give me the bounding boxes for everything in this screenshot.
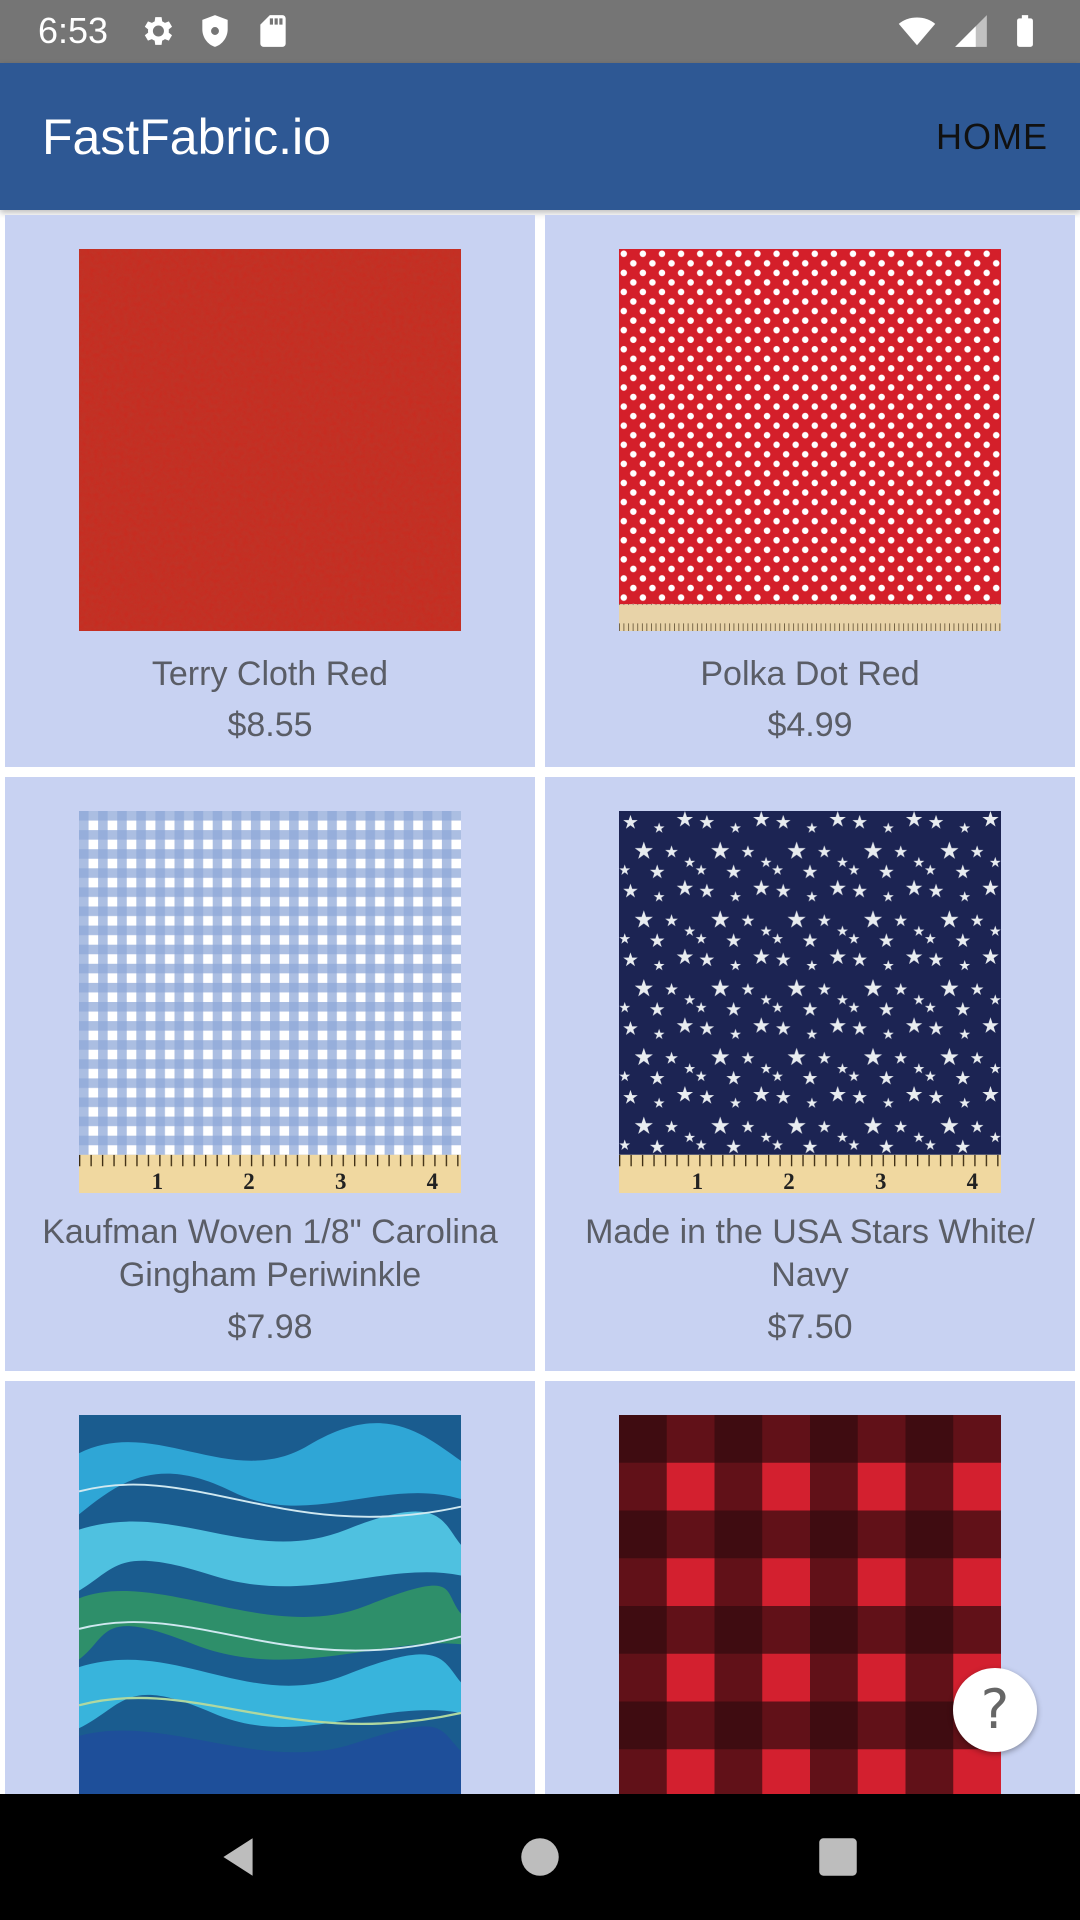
status-bar: 6:53 <box>0 0 1080 63</box>
product-name: Terry Cloth Red <box>151 655 389 693</box>
product-name: Made in the USA Stars White/ Navy <box>585 1213 1035 1294</box>
product-card[interactable] <box>5 1381 535 1794</box>
product-card[interactable]: 1 2 3 4 Made in the USA Stars White/ Nav… <box>545 777 1075 1371</box>
back-icon[interactable] <box>213 1832 263 1882</box>
svg-text:4: 4 <box>427 1169 439 1193</box>
product-image-blue-waves[interactable] <box>79 1415 461 1794</box>
product-image-terry-cloth[interactable] <box>79 249 461 631</box>
battery-icon <box>1017 15 1033 47</box>
product-image-buffalo-plaid[interactable] <box>619 1415 1001 1794</box>
svg-text:2: 2 <box>243 1169 254 1193</box>
shield-icon <box>202 15 228 47</box>
product-card[interactable]: Terry Cloth Red $8.55 <box>5 215 535 767</box>
product-card[interactable]: Polka Dot Red $4.99 <box>545 215 1075 767</box>
home-circle-icon[interactable] <box>515 1832 565 1882</box>
wifi-icon <box>898 17 936 46</box>
product-name: Polka Dot Red <box>700 655 920 693</box>
product-image-stars[interactable]: 1 2 3 4 <box>619 811 1001 1193</box>
product-price: $8.55 <box>227 706 313 744</box>
svg-text:4: 4 <box>967 1169 979 1193</box>
svg-text:1: 1 <box>692 1169 703 1193</box>
navigation-bar <box>0 1794 1080 1920</box>
app-title: FastFabric.io <box>42 109 331 165</box>
home-link[interactable]: HOME <box>936 115 1048 159</box>
product-image-gingham[interactable]: 1 2 3 4 <box>79 811 461 1193</box>
svg-text:3: 3 <box>335 1169 346 1193</box>
product-price: $4.99 <box>767 706 853 744</box>
app-bar: FastFabric.io HOME <box>0 63 1080 210</box>
product-price: $7.50 <box>767 1308 853 1346</box>
question-mark-icon: ? <box>980 1678 1010 1741</box>
svg-text:1: 1 <box>152 1169 163 1193</box>
product-name: Kaufman Woven 1/8" Carolina Gingham Peri… <box>42 1213 498 1294</box>
product-grid: Terry Cloth Red $8.55 Polka Dot Red $4.9… <box>0 210 1080 1794</box>
product-image-polka-dot[interactable] <box>619 249 1001 631</box>
product-price: $7.98 <box>227 1308 313 1346</box>
product-card[interactable]: 1 2 3 4 Kaufman Woven 1/8" Carolina Ging… <box>5 777 535 1371</box>
svg-text:2: 2 <box>783 1169 794 1193</box>
svg-text:3: 3 <box>875 1169 886 1193</box>
status-time: 6:53 <box>38 10 109 51</box>
recents-icon[interactable] <box>813 1832 863 1882</box>
help-button[interactable]: ? <box>953 1668 1037 1752</box>
signal-icon <box>955 15 987 47</box>
sd-card-icon <box>260 15 286 47</box>
gear-icon <box>144 17 173 45</box>
